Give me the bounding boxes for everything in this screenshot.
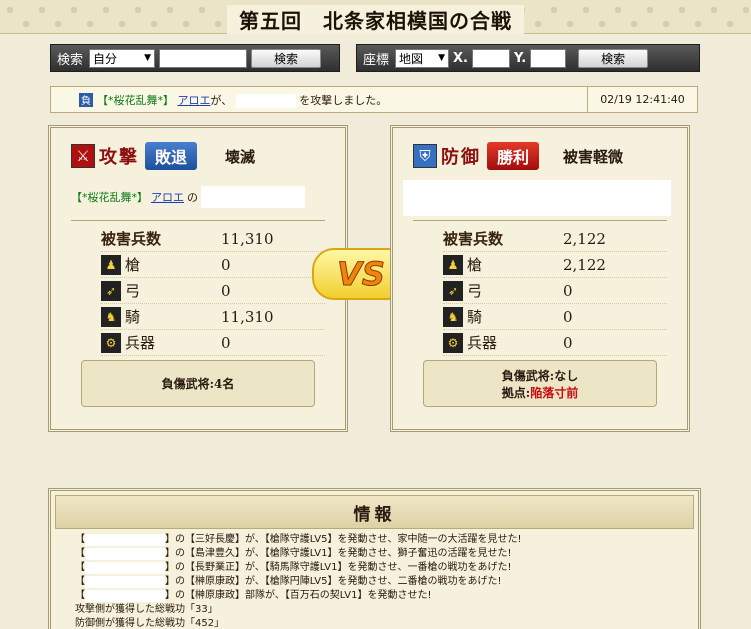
horse-icon: ♞ — [101, 306, 121, 327]
defender-casualty-box: 負傷武将:なし 拠点:陥落寸前 — [423, 360, 657, 407]
defender-status: 被害軽微 — [563, 147, 624, 166]
horse-icon: ♞ — [443, 306, 463, 327]
defender-panel: ⛨ 防御 勝利 被害軽微 被害兵数 2,122 ♟ 槍 2,122 ➶ 弓 0 … — [390, 125, 690, 432]
defender-result-badge: 勝利 — [487, 142, 539, 170]
chevron-down-icon: ▼ — [144, 53, 152, 63]
defense-merit: 防御側が獲得した総戦功「452」 — [75, 618, 225, 629]
defeat-tag: 負 — [79, 92, 93, 107]
defender-row-total: 被害兵数 2,122 — [443, 226, 667, 252]
spear-icon: ♟ — [101, 254, 121, 275]
attacker-row-total: 被害兵数 11,310 — [101, 226, 325, 252]
info-line: 【】の【長野業正】が、【騎馬隊守護LV1】を発動させ、一番槍の戦功をあげた! — [75, 562, 512, 574]
page-title: 第五回 北条家相模国の合戦 — [227, 5, 524, 34]
attacker-row-cavalry: ♞ 騎 11,310 — [101, 304, 325, 330]
coordinate-search-button[interactable]: 検索 — [578, 48, 649, 68]
defender-row-siege: ⚙ 兵器 0 — [443, 330, 667, 356]
spear-icon: ♟ — [443, 254, 463, 275]
info-lines: 【】の【三好長慶】が、【槍隊守護LV5】を発動させ、家中随一の大活躍を見せた! … — [51, 533, 698, 629]
defender-header: ⛨ 防御 勝利 被害軽微 — [393, 138, 687, 174]
alliance-link[interactable]: 【*桜花乱舞*】 — [97, 94, 174, 107]
info-line: 【】の【榊原康政】が、【槍隊円陣LV5】を発動させ、二番槍の戦功をあげた! — [75, 576, 502, 588]
chevron-down-icon: ▼ — [438, 53, 446, 63]
info-heading: 情報 — [55, 495, 694, 529]
redacted-target — [235, 93, 296, 108]
defender-row-bow: ➶ 弓 0 — [443, 278, 667, 304]
coordinate-bar: 座標 地図 ▼ X. Y. 検索 — [356, 44, 700, 72]
attacker-injured-generals: 負傷武将:4名 — [161, 377, 235, 391]
attacker-name: 【*桜花乱舞*】 アロエ の — [71, 186, 305, 208]
attacker-row-siege: ⚙ 兵器 0 — [101, 330, 325, 356]
attacker-row-spear: ♟ 槍 0 — [101, 252, 325, 278]
bow-icon: ➶ — [101, 280, 121, 301]
attacker-alliance-link[interactable]: 【*桜花乱舞*】 — [71, 189, 148, 205]
info-line: 【】の【榊原康政】部隊が、【百万石の契LV1】を発動させた! — [75, 590, 432, 602]
attacker-header: ⚔ 攻撃 敗退 壊滅 — [51, 138, 345, 174]
siege-weapon-icon: ⚙ — [101, 332, 121, 353]
attacker-casualty-box: 負傷武将:4名 — [81, 360, 315, 407]
search-button[interactable]: 検索 — [251, 48, 322, 68]
y-coordinate-input[interactable] — [530, 48, 567, 68]
defender-row-spear: ♟ 槍 2,122 — [443, 252, 667, 278]
siege-weapon-icon: ⚙ — [443, 332, 463, 353]
redacted-unit — [201, 186, 305, 208]
defender-kind: 防御 — [441, 147, 481, 168]
coordinate-label: 座標 — [363, 52, 390, 68]
search-label: 検索 — [57, 52, 84, 68]
attacker-row-bow: ➶ 弓 0 — [101, 278, 325, 304]
bow-icon: ➶ — [443, 280, 463, 301]
y-label: Y. — [513, 50, 527, 66]
attack-merit: 攻撃側が獲得した総戦功「33」 — [75, 604, 218, 615]
info-section: 情報 【】の【三好長慶】が、【槍隊守護LV5】を発動させ、家中随一の大活躍を見せ… — [48, 488, 701, 629]
attacker-player-link[interactable]: アロエ — [151, 189, 184, 205]
title-banner: 第五回 北条家相模国の合戦 — [0, 0, 751, 34]
crossed-swords-icon: ⚔ — [71, 144, 95, 168]
battle-timestamp: 02/19 12:41:40 — [587, 87, 697, 112]
attacker-panel: ⚔ 攻撃 敗退 壊滅 【*桜花乱舞*】 アロエ の 被害兵数 11,310 ♟ … — [48, 125, 348, 432]
info-line: 【】の【島津豊久】が、【槍隊守護LV1】を発動させ、獅子奮迅の活躍を見せた! — [75, 548, 512, 560]
attacker-status: 壊滅 — [225, 147, 256, 166]
player-link[interactable]: アロエ — [178, 94, 211, 107]
defender-losses: 被害兵数 2,122 ♟ 槍 2,122 ➶ 弓 0 ♞ 騎 0 ⚙ 兵器 0 — [443, 226, 667, 356]
battle-log-line: 負 【*桜花乱舞*】 アロエが、 を攻撃しました。 02/19 12:41:40 — [50, 86, 698, 113]
attacker-kind: 攻撃 — [99, 147, 139, 168]
attacker-losses: 被害兵数 11,310 ♟ 槍 0 ➶ 弓 0 ♞ 騎 11,310 ⚙ 兵器 … — [101, 226, 325, 356]
x-coordinate-input[interactable] — [471, 48, 510, 68]
redacted-defender-name — [403, 180, 671, 216]
map-select[interactable]: 地図 ▼ — [395, 48, 450, 68]
search-scope-select[interactable]: 自分 ▼ — [89, 48, 156, 68]
helmet-icon: ⛨ — [413, 144, 437, 168]
defender-base-status: 拠点:陥落寸前 — [501, 385, 579, 400]
attacker-result-badge: 敗退 — [145, 142, 197, 170]
info-line: 【】の【三好長慶】が、【槍隊守護LV5】を発動させ、家中随一の大活躍を見せた! — [75, 534, 522, 546]
battle-log-message: 【*桜花乱舞*】 アロエが、 を攻撃しました。 — [97, 93, 388, 108]
search-bar: 検索 自分 ▼ 検索 — [50, 44, 340, 72]
defender-row-cavalry: ♞ 騎 0 — [443, 304, 667, 330]
search-input[interactable] — [159, 48, 248, 68]
x-label: X. — [453, 50, 468, 66]
defender-injured-generals: 負傷武将:なし — [501, 368, 579, 383]
